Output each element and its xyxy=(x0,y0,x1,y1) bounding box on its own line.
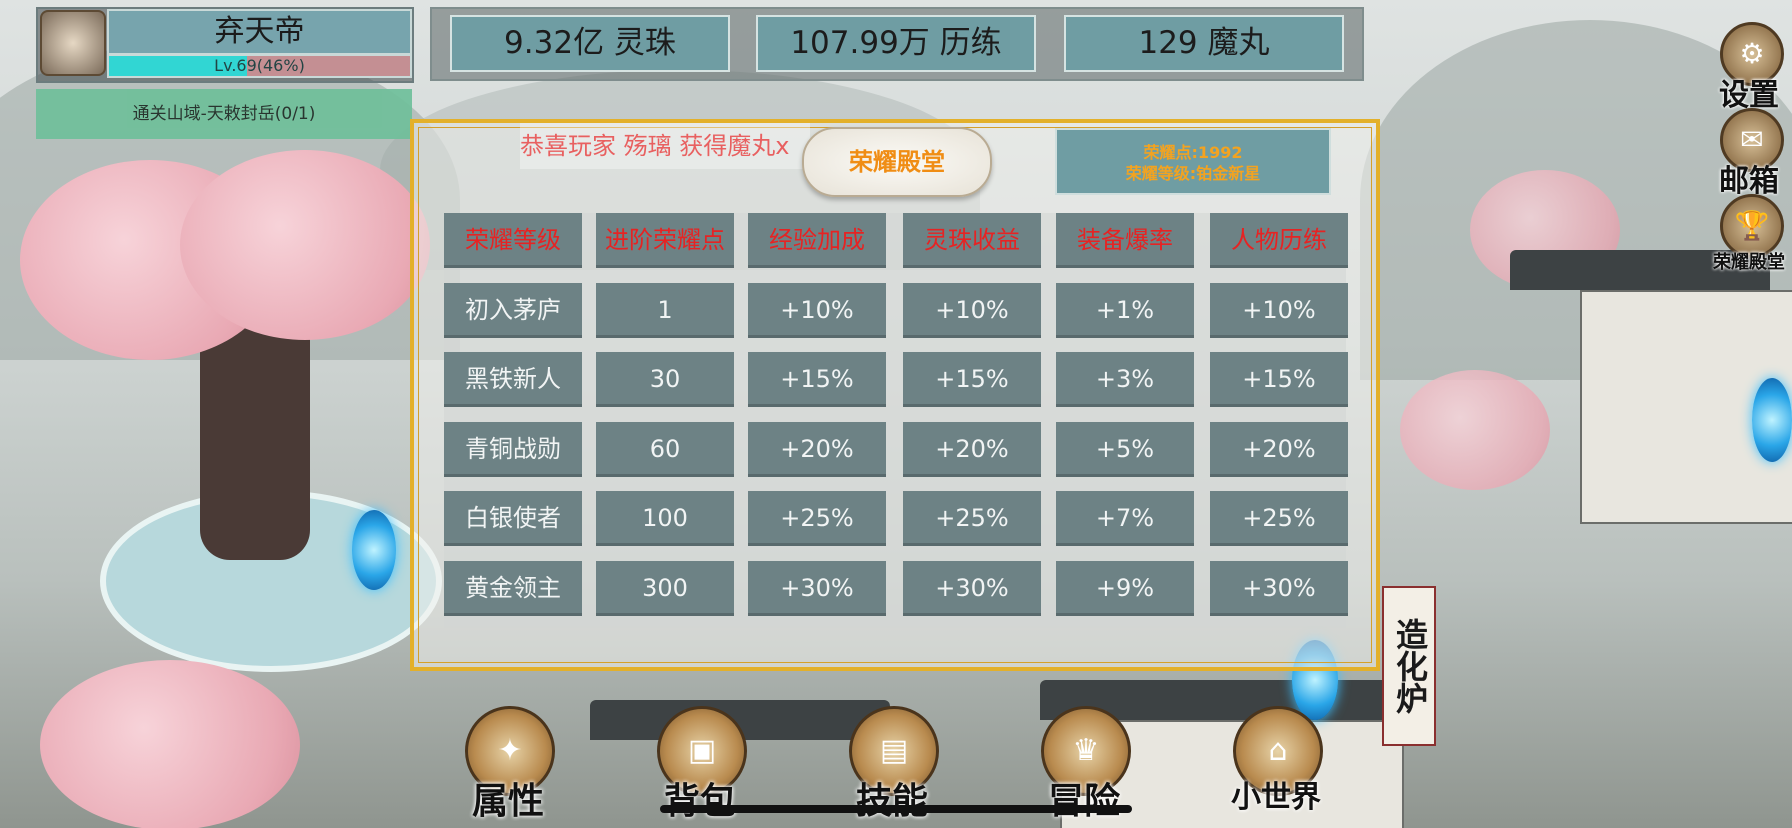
avatar[interactable] xyxy=(40,10,106,76)
table-cell: +1% xyxy=(1056,283,1194,338)
table-header-training-col: 人物历练 xyxy=(1210,213,1348,268)
table-cell: +10% xyxy=(1210,283,1348,338)
table-cell: +3% xyxy=(1056,352,1194,407)
table-header-level-col: 荣耀等级 xyxy=(444,213,582,268)
table-cell: +15% xyxy=(748,352,886,407)
honor-status-box: 荣耀点:1992 荣耀等级:铂金新星 xyxy=(1055,128,1331,195)
honor-hall-label: 荣耀殿堂 xyxy=(1713,252,1785,273)
honor-hall-button[interactable]: 🏆 荣耀殿堂 xyxy=(1710,194,1788,273)
table-cell: 白银使者 xyxy=(444,491,582,546)
table-header-spirit-bead-col: 灵珠收益 xyxy=(903,213,1041,268)
table-cell: +10% xyxy=(748,283,886,338)
nav-backpack-button[interactable]: ▣ 背包 xyxy=(640,706,760,822)
announcement-ticker: 恭喜玩家 殇璃 获得魔丸x xyxy=(520,123,810,169)
honor-table: 荣耀等级 进阶荣耀点 经验加成 灵珠收益 装备爆率 人物历练初入茅庐 1 +10% +10% +1… xyxy=(444,213,1348,628)
resource-spirit-beads: 9.32亿 灵珠 xyxy=(450,15,730,72)
nav-adventure-button[interactable]: ♛ 冒险 xyxy=(1024,706,1144,822)
resource-demon-pills: 129 魔丸 xyxy=(1064,15,1344,72)
cherry-blossom xyxy=(1400,370,1550,490)
resource-experience: 107.99万 历练 xyxy=(756,15,1036,72)
quest-tracker[interactable]: 通关山域-天敕封岳(0/1) xyxy=(36,89,412,139)
table-cell: 100 xyxy=(596,491,734,546)
nav-label: 小世界 xyxy=(1231,780,1321,815)
table-cell: +30% xyxy=(1210,561,1348,616)
table-cell: 黑铁新人 xyxy=(444,352,582,407)
nav-label: 背包 xyxy=(663,781,736,822)
nav-skills-button[interactable]: ▤ 技能 xyxy=(832,706,952,822)
table-cell: +25% xyxy=(748,491,886,546)
cherry-blossom xyxy=(40,660,300,828)
nav-label: 冒险 xyxy=(1047,781,1120,822)
nav-small-world-button[interactable]: ⌂ 小世界 xyxy=(1216,706,1336,816)
home-indicator[interactable] xyxy=(660,805,1132,813)
portal-icon[interactable] xyxy=(352,510,396,590)
nav-label: 属性 xyxy=(471,781,544,822)
table-cell: +25% xyxy=(903,491,1041,546)
table-cell: +20% xyxy=(1210,422,1348,477)
table-cell: +10% xyxy=(903,283,1041,338)
honor-level: 荣耀等级:铂金新星 xyxy=(1125,164,1261,183)
table-header-drop-rate-col: 装备爆率 xyxy=(1056,213,1194,268)
level-progress-bar: Lv.69(46%) xyxy=(107,54,412,78)
table-cell: +30% xyxy=(748,561,886,616)
settings-button[interactable]: ⚙ 设置 xyxy=(1710,22,1788,113)
panel-title: 荣耀殿堂 xyxy=(802,127,992,197)
cherry-blossom xyxy=(180,150,430,340)
table-cell: 60 xyxy=(596,422,734,477)
table-cell: +15% xyxy=(903,352,1041,407)
table-cell: +25% xyxy=(1210,491,1348,546)
table-cell: 30 xyxy=(596,352,734,407)
portal-icon[interactable] xyxy=(1752,378,1792,462)
nav-attributes-button[interactable]: ✦ 属性 xyxy=(448,706,568,822)
table-header-points-col: 进阶荣耀点 xyxy=(596,213,734,268)
table-cell: +9% xyxy=(1056,561,1194,616)
table-cell: +5% xyxy=(1056,422,1194,477)
table-cell: 黄金领主 xyxy=(444,561,582,616)
table-cell: +15% xyxy=(1210,352,1348,407)
table-cell: +20% xyxy=(748,422,886,477)
nav-label: 技能 xyxy=(855,781,928,822)
furnace-button[interactable]: 造化炉 xyxy=(1382,586,1436,746)
table-cell: +20% xyxy=(903,422,1041,477)
mail-button[interactable]: ✉ 邮箱 xyxy=(1710,108,1788,199)
table-cell: 1 xyxy=(596,283,734,338)
honor-points: 荣耀点:1992 xyxy=(1143,143,1243,162)
player-name: 弃天帝 xyxy=(107,9,412,55)
table-header-exp-bonus-col: 经验加成 xyxy=(748,213,886,268)
level-text: Lv.69(46%) xyxy=(214,56,305,75)
table-cell: +7% xyxy=(1056,491,1194,546)
table-cell: +30% xyxy=(903,561,1041,616)
table-cell: 青铜战勋 xyxy=(444,422,582,477)
table-cell: 300 xyxy=(596,561,734,616)
table-cell: 初入茅庐 xyxy=(444,283,582,338)
